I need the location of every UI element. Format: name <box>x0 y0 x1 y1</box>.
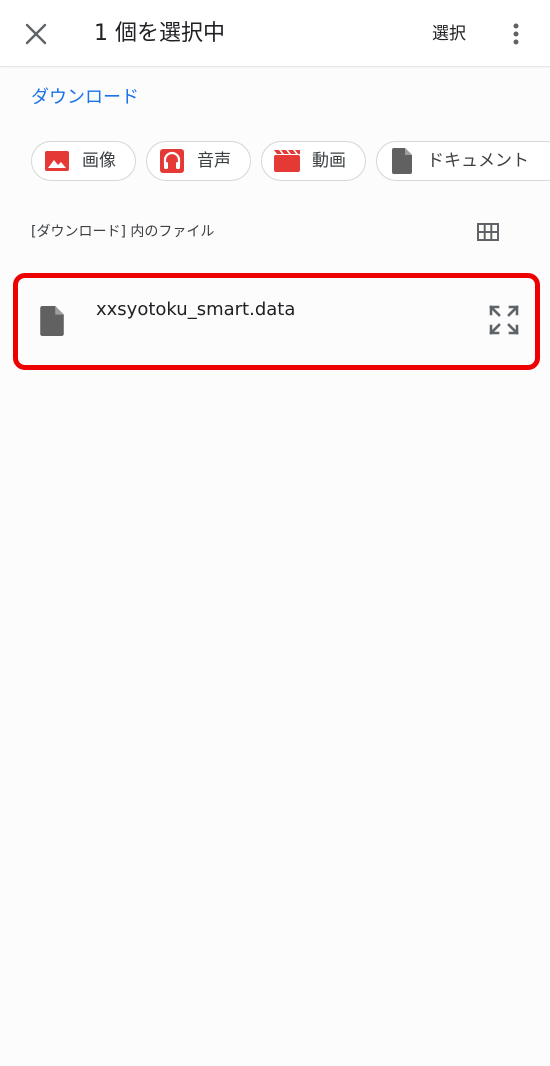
grid-view-toggle-button[interactable] <box>470 214 506 250</box>
selection-count-title: 1 個を選択中 <box>94 21 225 46</box>
chip-label: 動画 <box>312 151 346 171</box>
chip-documents[interactable]: ドキュメント <box>376 141 550 181</box>
headphones-icon <box>159 148 185 174</box>
top-app-bar: 1 個を選択中 選択 <box>0 0 550 67</box>
expand-icon <box>489 305 519 335</box>
chip-label: 画像 <box>82 151 116 171</box>
folder-title: ダウンロード <box>31 87 139 108</box>
chip-label: ドキュメント <box>427 151 529 171</box>
movie-icon <box>274 148 300 174</box>
file-name: xxsyotoku_smart.data <box>96 299 296 320</box>
expand-preview-button[interactable] <box>484 300 524 340</box>
grid-view-icon <box>477 223 499 241</box>
close-selection-button[interactable] <box>14 12 58 56</box>
chip-video[interactable]: 動画 <box>261 141 366 181</box>
file-icon <box>40 306 64 336</box>
document-icon <box>389 148 415 174</box>
chip-label: 音声 <box>197 151 231 171</box>
select-button[interactable]: 選択 <box>432 20 466 48</box>
more-vert-icon <box>513 23 519 45</box>
chip-audio[interactable]: 音声 <box>146 141 251 181</box>
file-manager-screen: 1 個を選択中 選択 ダウンロード 画像 音声 動画 ドキュメント [ダウンロー… <box>0 0 550 1066</box>
file-list-item[interactable]: xxsyotoku_smart.data <box>13 273 540 370</box>
more-options-button[interactable] <box>498 14 534 54</box>
section-label: [ダウンロード] 内のファイル <box>31 224 215 240</box>
close-icon <box>25 23 47 45</box>
image-icon <box>44 148 70 174</box>
chip-images[interactable]: 画像 <box>31 141 136 181</box>
